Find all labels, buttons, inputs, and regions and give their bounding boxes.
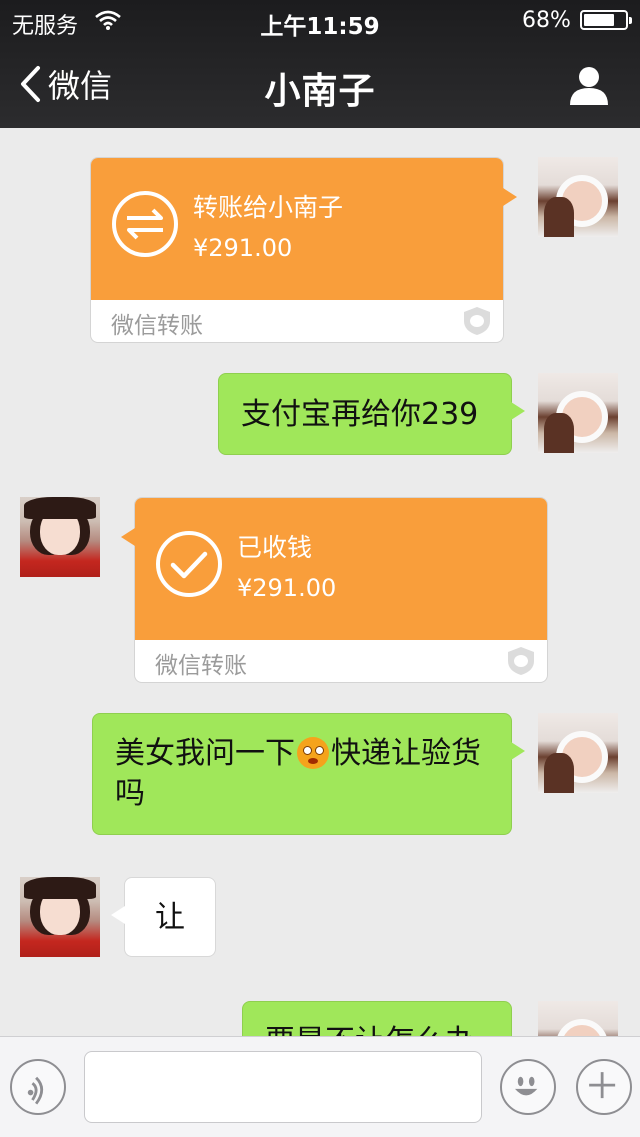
transfer-title: 已收钱 (237, 533, 313, 562)
voice-icon (27, 1076, 44, 1105)
battery-icon (580, 10, 632, 30)
emoji-face-icon (515, 1076, 538, 1096)
shield-icon (464, 307, 490, 335)
emoji-button[interactable] (500, 1059, 556, 1115)
message-text: 让 (155, 900, 185, 935)
more-button[interactable] (576, 1059, 632, 1115)
nav-bar: 微信 小南子 (0, 40, 640, 128)
profile-icon[interactable] (568, 64, 610, 106)
transfer-amount: ¥291.00 (237, 574, 337, 602)
status-bar: 无服务 上午11:59 68% (0, 0, 640, 40)
shield-icon (508, 647, 534, 675)
message-text-part1: 美女我问一下 (115, 736, 295, 771)
transfer-arrows-icon (112, 191, 178, 257)
avatar-contact[interactable] (20, 877, 100, 957)
avatar-contact[interactable] (20, 497, 100, 577)
transfer-amount: ¥291.00 (193, 234, 293, 262)
message-bubble-sent[interactable]: 支付宝再给你239 (218, 373, 525, 455)
voice-button[interactable] (10, 1059, 66, 1115)
message-bubble-received[interactable]: 让 (111, 877, 216, 957)
message-input[interactable] (84, 1051, 482, 1123)
transfer-card-received[interactable]: 已收钱 ¥291.00 微信转账 (121, 497, 548, 683)
flushed-emoji-icon (297, 737, 329, 769)
avatar-me[interactable] (538, 713, 618, 793)
checkmark-circle-icon (156, 531, 222, 597)
chat-title: 小南子 (264, 71, 376, 112)
plus-icon (589, 1072, 616, 1099)
transfer-title: 转账给小南子 (193, 193, 344, 222)
transfer-card-sent[interactable]: 转账给小南子 ¥291.00 微信转账 (90, 157, 517, 343)
transfer-footer: 微信转账 (111, 313, 203, 339)
transfer-footer: 微信转账 (155, 653, 247, 679)
message-text: 支付宝再给你239 (241, 397, 479, 432)
battery-percent: 68% (522, 8, 571, 33)
message-bubble-sent[interactable]: 美女我问一下 快递让验货吗 (92, 713, 525, 835)
avatar-me[interactable] (538, 157, 618, 237)
input-bar (0, 1036, 640, 1137)
top-bar: 无服务 上午11:59 68% 微信 小南子 (0, 0, 640, 128)
avatar-me[interactable] (538, 373, 618, 453)
